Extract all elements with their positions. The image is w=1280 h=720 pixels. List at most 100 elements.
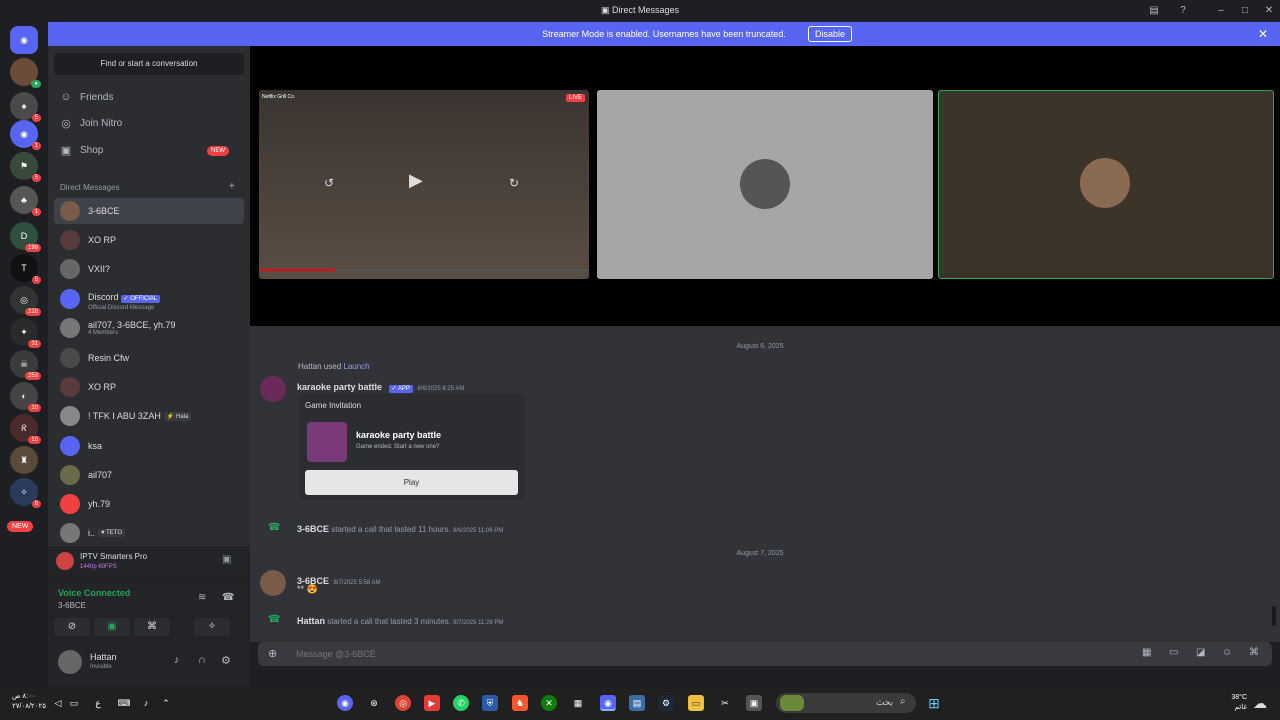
task-view-icon[interactable]: ▣ [746, 695, 762, 711]
add-attachment-icon[interactable]: ⊕ [268, 647, 277, 660]
close-icon[interactable]: ✕ [1258, 27, 1268, 41]
gif-icon[interactable]: ▭ [1169, 647, 1178, 658]
rewind-icon[interactable]: ↺ [324, 176, 334, 190]
server-icon[interactable]: ⚑ 5 [10, 152, 41, 182]
dm-item[interactable]: yh.79 [54, 491, 244, 517]
soundboard-button[interactable]: ✧ [194, 618, 230, 636]
discord-tray-icon[interactable]: ◉ [337, 695, 353, 711]
mic-tray-icon[interactable]: ♪ [138, 695, 154, 711]
dm-item[interactable]: Resin Cfw [54, 345, 244, 371]
clock[interactable]: ٨:٠٠ ص ٢٧/٠٨/٢٠٢٥ [12, 692, 46, 712]
dm-item[interactable]: ! TFK I ABU 3ZAH ⚡ Hala [54, 403, 244, 429]
dm-item[interactable]: 3-6BCE [54, 198, 244, 224]
dm-item[interactable]: ail707, 3-6BCE, yh.79 4 Members [54, 315, 244, 341]
server-icon[interactable]: D 199 [10, 222, 41, 252]
weather-widget[interactable]: 38°C غائم [1225, 693, 1247, 713]
dm-item[interactable]: Discord ✓ OFFICIAL Official Discord Messag… [54, 286, 244, 312]
whatsapp-icon[interactable]: ✆ [453, 695, 469, 711]
friends-nav[interactable]: ☺ Friends [60, 88, 113, 106]
help-icon[interactable]: ? [1176, 4, 1190, 18]
avatar[interactable] [58, 650, 82, 674]
disable-button[interactable]: Disable [808, 26, 853, 42]
mic-icon[interactable]: ♪ [174, 654, 180, 666]
windows-start-icon[interactable]: ⊞ [926, 695, 942, 711]
disconnect-icon[interactable]: ☎ [222, 592, 234, 603]
app-icon[interactable]: ⊛ [366, 695, 382, 711]
server-icon[interactable]: ◎ 228 [10, 286, 41, 316]
progress-bar[interactable] [259, 269, 589, 271]
server-icon[interactable]: ᖇ 16 [10, 414, 41, 444]
avatar[interactable] [260, 570, 286, 596]
nitro-nav[interactable]: ◎ Join Nitro [60, 114, 122, 132]
server-icon[interactable]: ◐ 10 [10, 382, 41, 412]
dm-item[interactable]: i.. ♥ TETO [54, 520, 244, 546]
scrollbar[interactable] [1272, 606, 1276, 626]
server-icon[interactable]: ◉ 1 [10, 120, 41, 150]
keyboard-icon[interactable]: ⌨ [116, 695, 132, 711]
chrome-icon[interactable]: ◎ [395, 695, 411, 711]
maximize-icon[interactable]: □ [1238, 4, 1252, 18]
dm-item[interactable]: VXII? [54, 256, 244, 282]
apps-icon[interactable]: ⌘ [1249, 647, 1259, 658]
home-discord-icon[interactable]: ◉ [10, 26, 38, 54]
server-icon[interactable]: ✦ 31 [10, 318, 41, 348]
close-window-icon[interactable]: ✕ [1262, 4, 1276, 18]
settings-gear-icon[interactable]: ⚙ [221, 654, 231, 667]
search-box[interactable]: بحث ⌕ [776, 693, 916, 713]
play-button[interactable]: Play [305, 470, 518, 495]
language-icon[interactable]: ع [90, 695, 106, 711]
message-input[interactable] [296, 646, 896, 662]
server-icon[interactable]: T5 [10, 254, 41, 284]
brave-icon[interactable]: ♞ [512, 695, 528, 711]
dm-item[interactable]: ail707 [54, 462, 244, 488]
server-icon[interactable]: ☠ 253 [10, 350, 41, 380]
camera-off-button[interactable]: ⊘ [54, 618, 90, 636]
forward-icon[interactable]: ↻ [509, 176, 519, 190]
server-icon[interactable]: ✧ 8 [10, 478, 41, 508]
headphones-icon[interactable]: ∩ [198, 654, 206, 666]
youtube-icon[interactable]: ▶ [424, 695, 440, 711]
caller-name[interactable]: 3-6BCE [297, 524, 329, 534]
dm-item[interactable]: XO RP [54, 374, 244, 400]
network-icon[interactable]: ▭ [66, 695, 82, 711]
gift-icon[interactable]: ▦ [1142, 647, 1151, 658]
stream-tile[interactable]: Netflix Grill Co. LIVE ▶ ↺ ↻ [259, 90, 589, 279]
server-icon[interactable]: ♣ 1 [10, 186, 41, 216]
app-name[interactable]: karaoke party battle [297, 382, 382, 392]
chevron-up-icon[interactable]: ⌃ [158, 695, 174, 711]
new-servers-pill[interactable]: NEW [7, 521, 34, 532]
emoji-picker-icon[interactable]: ☺ [1222, 647, 1232, 658]
store-icon[interactable]: ▤ [629, 695, 645, 711]
capcut-icon[interactable]: ✂ [717, 695, 733, 711]
steam-icon[interactable]: ⚙ [658, 695, 674, 711]
discord-taskbar-icon[interactable]: ◉ [600, 695, 616, 711]
server-icon[interactable]: ♜ [10, 446, 38, 474]
shop-nav[interactable]: ▣ Shop [60, 141, 104, 159]
dm-item[interactable]: XO RP [54, 227, 244, 253]
screen-share-button[interactable]: ▣ [94, 618, 130, 636]
app-avatar[interactable] [260, 376, 286, 402]
server-icon[interactable]: ● [10, 58, 41, 88]
server-icon[interactable]: ♠ 5 [10, 92, 41, 122]
xbox-icon[interactable]: ✕ [541, 695, 557, 711]
launch-command[interactable]: Launch [343, 362, 369, 371]
sticker-icon[interactable]: ◪ [1196, 647, 1205, 658]
minimize-icon[interactable]: – [1214, 4, 1228, 18]
stop-stream-icon[interactable]: ▣ [222, 554, 231, 565]
inbox-icon[interactable]: ▤ [1147, 4, 1161, 18]
voice-channel[interactable]: 3-6BCE [58, 601, 86, 610]
file-explorer-icon[interactable]: ▭ [688, 695, 704, 711]
participant-tile[interactable] [938, 90, 1274, 279]
create-dm-icon[interactable]: + [229, 181, 235, 192]
caller-name[interactable]: Hattan [297, 616, 325, 626]
voice-status[interactable]: Voice Connected [58, 588, 130, 598]
shield-icon[interactable]: ⛨ [482, 695, 498, 711]
dm-item[interactable]: ksa [54, 433, 244, 459]
play-icon[interactable]: ▶ [409, 170, 423, 191]
app-icon[interactable]: ▦ [570, 695, 586, 711]
volume-icon[interactable]: ◁ [50, 695, 66, 711]
noise-suppression-icon[interactable]: ≋ [198, 592, 206, 603]
participant-tile[interactable] [597, 90, 933, 279]
activity-button[interactable]: ⌘ [134, 618, 170, 636]
find-conversation-button[interactable]: Find or start a conversation [54, 53, 244, 75]
